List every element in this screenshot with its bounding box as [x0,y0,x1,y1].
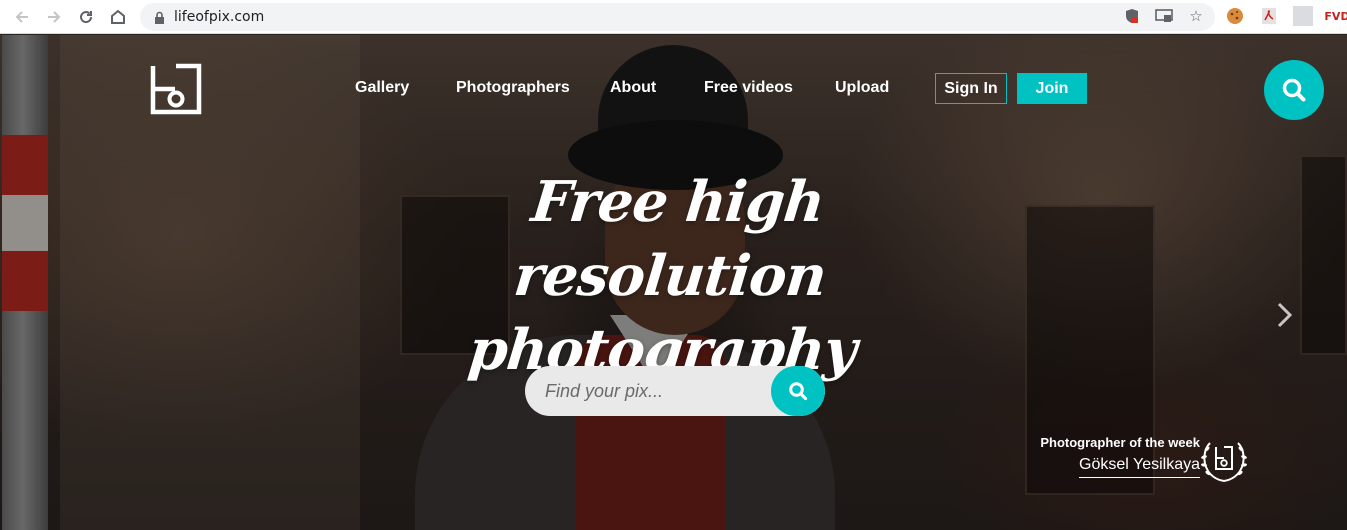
hero-search-bar [525,366,825,416]
back-icon[interactable] [6,1,38,33]
blocked-content-icon[interactable] [1123,7,1141,25]
fvd-extension-icon[interactable]: FVD [1324,6,1347,26]
cast-icon[interactable] [1155,7,1173,25]
nav-gallery[interactable]: Gallery [355,79,409,97]
search-input[interactable] [525,366,765,416]
lifeofpix-logo[interactable] [150,63,202,115]
nav-photographers[interactable]: Photographers [456,79,570,97]
url-text: lifeofpix.com [174,9,265,25]
headline-line-1: Free high resolution [510,169,830,309]
forward-icon[interactable] [38,1,70,33]
address-bar[interactable]: lifeofpix.com ☆ [140,3,1215,31]
photographer-of-week-label: Photographer of the week [1040,435,1200,450]
header-search-button[interactable] [1264,60,1324,120]
browser-toolbar: lifeofpix.com ☆ FVD [0,0,1347,34]
reload-icon[interactable] [70,1,102,33]
join-button[interactable]: Join [1017,73,1087,104]
pdf-extension-icon[interactable] [1259,6,1279,26]
home-icon[interactable] [102,1,134,33]
search-icon [789,382,808,401]
hero-section: Gallery Photographers About Free videos … [0,35,1347,530]
hero-search-button[interactable] [771,366,825,416]
laurel-badge-icon [1201,442,1247,482]
photographer-of-week: Photographer of the week Göksel Yesilkay… [1030,435,1200,478]
sign-in-button[interactable]: Sign In [935,73,1007,104]
nav-about[interactable]: About [610,79,656,97]
nav-free-videos[interactable]: Free videos [704,79,793,97]
photographer-of-week-name[interactable]: Göksel Yesilkaya [1079,456,1200,478]
nav-upload[interactable]: Upload [835,79,889,97]
cookie-extension-icon[interactable] [1225,6,1245,26]
chevron-right-icon[interactable] [1272,300,1296,330]
search-icon [1282,78,1306,102]
lock-icon[interactable] [152,10,166,24]
toolbar-divider [1293,6,1313,26]
star-icon[interactable]: ☆ [1187,7,1205,25]
hero-headline: Free high resolution photography [368,165,971,387]
